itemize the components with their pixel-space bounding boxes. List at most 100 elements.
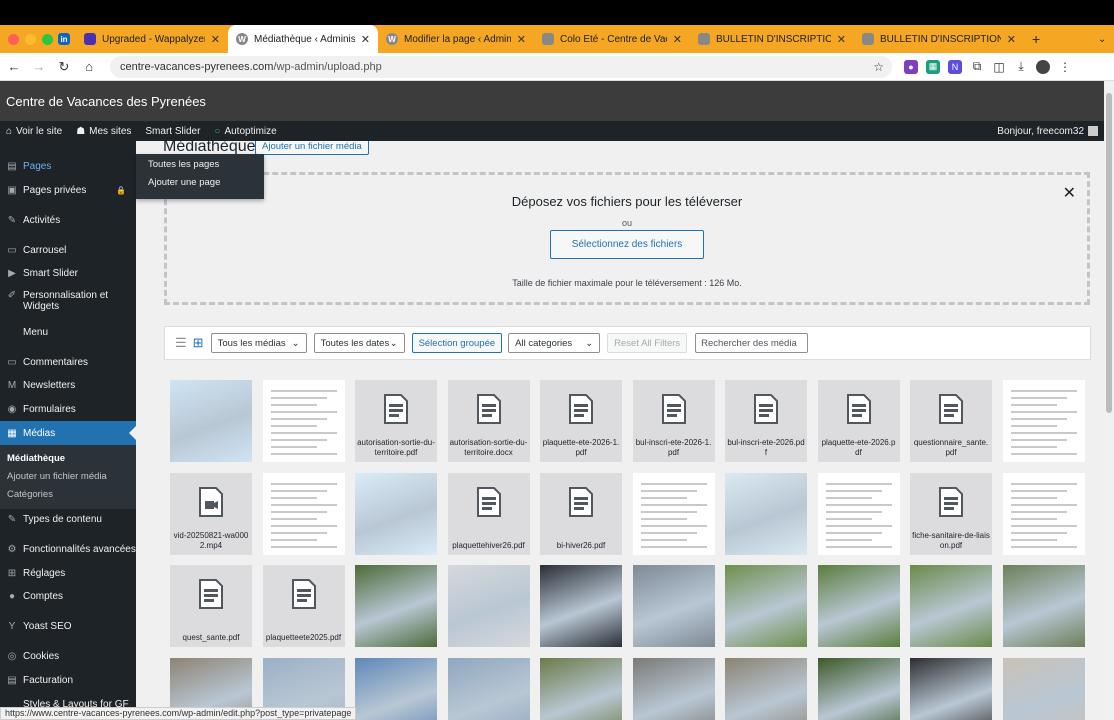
url-field[interactable]: centre-vacances-pyrenees.com/wp-admin/up… bbox=[110, 55, 892, 78]
media-attachment-file[interactable]: questionnaire_sante.pdf bbox=[910, 380, 992, 462]
flyout-add-page[interactable]: Ajouter une page bbox=[136, 172, 264, 190]
screenshot-icon[interactable]: ◫ bbox=[992, 60, 1006, 74]
back-icon[interactable]: ← bbox=[3, 59, 25, 74]
sidebar-item-personnalisation[interactable]: ✐ Personnalisation et Widgets bbox=[0, 290, 136, 318]
minimize-window-button[interactable] bbox=[25, 33, 36, 45]
grid-view-icon[interactable]: ⊞ bbox=[193, 335, 204, 351]
tab-mediatheque[interactable]: W Médiathèque ‹ Administration ✕ bbox=[228, 25, 378, 53]
media-attachment-image[interactable] bbox=[1002, 565, 1085, 647]
media-attachment-image[interactable] bbox=[817, 565, 900, 647]
my-sites-link[interactable]: ☗ Mes sites bbox=[76, 126, 131, 137]
autoptimize-link[interactable]: ○ Autoptimize bbox=[214, 126, 276, 137]
media-attachment-file[interactable]: fiche-sanitaire-de-liaison.pdf bbox=[910, 472, 992, 555]
media-attachment-image[interactable] bbox=[910, 657, 992, 720]
sidebar-item-facturation[interactable]: ▤ Facturation bbox=[0, 672, 136, 688]
sidebar-item-newsletters[interactable]: M Newsletters bbox=[0, 377, 136, 393]
sidebar-item-commentaires[interactable]: ▭ Commentaires bbox=[0, 354, 136, 370]
media-attachment-file[interactable]: plaquette-ete-2026.pdf bbox=[817, 380, 900, 462]
close-tab-icon[interactable]: ✕ bbox=[517, 33, 526, 46]
bulk-select-button[interactable]: Sélection groupée bbox=[411, 333, 503, 353]
media-attachment-image[interactable] bbox=[632, 657, 715, 720]
media-attachment-document-thumbnail[interactable] bbox=[817, 472, 900, 555]
media-attachment-document-thumbnail[interactable] bbox=[1002, 380, 1085, 462]
list-view-icon[interactable]: ☰ bbox=[175, 335, 187, 351]
media-attachment-file[interactable]: bi-hiver26.pdf bbox=[540, 472, 622, 555]
tab-list-chevron-icon[interactable]: ⌄ bbox=[1090, 25, 1114, 53]
sidebar-item-cookies[interactable]: ◎ Cookies bbox=[0, 648, 136, 664]
dates-select[interactable]: Toutes les dates ⌄ bbox=[313, 333, 405, 353]
reset-filters-button[interactable]: Reset All Filters bbox=[607, 333, 688, 353]
tab-bulletin-1[interactable]: BULLETIN D'INSCRIPTION ✕ bbox=[690, 25, 854, 53]
media-attachment-image[interactable] bbox=[632, 565, 715, 647]
extension-icon[interactable]: ▦ bbox=[926, 59, 940, 74]
close-tab-icon[interactable]: ✕ bbox=[211, 33, 220, 46]
account-menu[interactable]: Bonjour, freecom32 bbox=[997, 126, 1098, 137]
submenu-mediatheque[interactable]: Médiathèque bbox=[7, 453, 65, 464]
puzzle-icon[interactable]: ⧉ bbox=[970, 59, 984, 74]
sidebar-item-medias[interactable]: ▦ Médias bbox=[0, 421, 136, 445]
bookmark-star-icon[interactable]: ☆ bbox=[873, 60, 884, 74]
sidebar-item-comptes[interactable]: ● Comptes bbox=[0, 588, 136, 604]
scrollbar-thumb[interactable] bbox=[1106, 93, 1112, 413]
media-attachment-image[interactable] bbox=[447, 565, 530, 647]
extension-icon[interactable]: N bbox=[948, 59, 962, 74]
submenu-ajouter-media[interactable]: Ajouter un fichier média bbox=[7, 471, 107, 482]
media-attachment-file[interactable]: bul-inscri-ete-2026.pdf bbox=[725, 380, 807, 462]
media-attachment-document-thumbnail[interactable] bbox=[632, 472, 715, 555]
media-attachment-image[interactable] bbox=[355, 565, 437, 647]
media-attachment-file[interactable]: plaquette-ete-2026-1.pdf bbox=[540, 380, 622, 462]
sidebar-item-types-de-contenu[interactable]: ✎ Types de contenu bbox=[0, 511, 136, 527]
close-tab-icon[interactable]: ✕ bbox=[673, 33, 682, 46]
sidebar-item-fonctionnalites[interactable]: ⚙ Fonctionnalités avancées bbox=[0, 541, 136, 557]
media-attachment-file[interactable]: plaquetteete2025.pdf bbox=[262, 565, 345, 647]
close-tab-icon[interactable]: ✕ bbox=[1007, 33, 1016, 46]
media-attachment-image[interactable] bbox=[725, 472, 807, 555]
sidebar-item-smart-slider[interactable]: ▶ Smart Slider bbox=[0, 265, 136, 281]
reload-icon[interactable]: ↻ bbox=[53, 59, 75, 75]
sidebar-item-reglages[interactable]: ⊞ Réglages bbox=[0, 565, 136, 581]
media-attachment-file[interactable]: bul-inscri-ete-2026-1.pdf bbox=[632, 380, 715, 462]
menu-kebab-icon[interactable]: ⋮ bbox=[1058, 60, 1072, 74]
tab-wappalyzer[interactable]: Upgraded - Wappalyzer ✕ bbox=[76, 25, 228, 53]
sidebar-item-formulaires[interactable]: ◉ Formulaires bbox=[0, 401, 136, 417]
maximize-window-button[interactable] bbox=[42, 33, 53, 45]
new-tab-button[interactable]: + bbox=[1024, 25, 1048, 53]
tab-bulletin-2[interactable]: BULLETIN D'INSCRIPTION ✕ bbox=[854, 25, 1024, 53]
media-attachment-file[interactable]: quest_sante.pdf bbox=[170, 565, 252, 647]
media-attachment-image[interactable] bbox=[725, 657, 807, 720]
upload-drop-zone[interactable]: ✕ Déposez vos fichiers pour les télévers… bbox=[164, 172, 1090, 305]
media-attachment-file[interactable]: plaquettehiver26.pdf bbox=[447, 472, 530, 555]
flyout-all-pages[interactable]: Toutes les pages bbox=[136, 154, 264, 172]
media-attachment-document-thumbnail[interactable] bbox=[262, 472, 345, 555]
media-attachment-image[interactable] bbox=[447, 657, 530, 720]
close-window-button[interactable] bbox=[8, 33, 19, 45]
home-icon[interactable]: ⌂ bbox=[78, 59, 100, 74]
sidebar-item-pages[interactable]: ▤ Pages bbox=[0, 158, 136, 174]
download-icon[interactable]: ⤓ bbox=[1014, 59, 1028, 74]
forward-icon[interactable]: → bbox=[28, 59, 50, 74]
add-media-button[interactable]: Ajouter un fichier média bbox=[255, 141, 369, 155]
media-attachment-image[interactable] bbox=[910, 565, 992, 647]
media-attachment-image[interactable] bbox=[725, 565, 807, 647]
sidebar-item-yoast-seo[interactable]: Y Yoast SEO bbox=[0, 618, 136, 634]
search-input[interactable]: Rechercher des média bbox=[695, 333, 809, 353]
media-attachment-image[interactable] bbox=[1002, 657, 1085, 720]
page-scrollbar[interactable] bbox=[1104, 81, 1114, 720]
tab-linkedin[interactable]: in bbox=[54, 25, 76, 53]
categories-select[interactable]: All categories ⌄ bbox=[508, 333, 601, 353]
profile-avatar[interactable] bbox=[1036, 59, 1050, 74]
sidebar-item-activites[interactable]: ✎ Activités bbox=[0, 212, 136, 228]
sidebar-item-menu[interactable]: Menu bbox=[0, 324, 136, 340]
sidebar-item-carrousel[interactable]: ▭ Carrousel bbox=[0, 242, 136, 258]
view-site-link[interactable]: ⌂ Voir le site bbox=[6, 126, 62, 137]
extension-icon[interactable]: ● bbox=[904, 59, 918, 74]
media-attachment-image[interactable] bbox=[170, 380, 252, 462]
close-tab-icon[interactable]: ✕ bbox=[361, 33, 370, 46]
media-attachment-document-thumbnail[interactable] bbox=[262, 380, 345, 462]
media-attachment-image[interactable] bbox=[355, 657, 437, 720]
media-attachment-image[interactable] bbox=[540, 565, 622, 647]
media-attachment-image[interactable] bbox=[817, 657, 900, 720]
sidebar-item-pages-privees[interactable]: ▣ Pages privées 🔒 bbox=[0, 182, 136, 198]
media-attachment-image[interactable] bbox=[355, 472, 437, 555]
close-tab-icon[interactable]: ✕ bbox=[837, 33, 846, 46]
